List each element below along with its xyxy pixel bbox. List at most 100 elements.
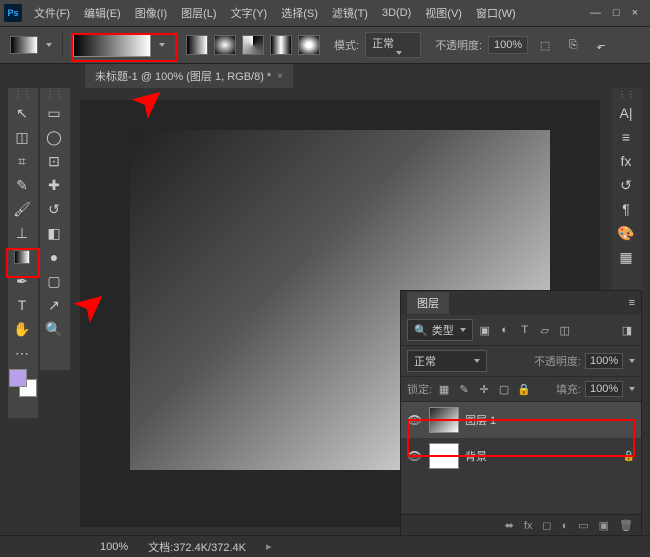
character-panel-icon[interactable]: A| [612,101,640,125]
link-layers-icon[interactable]: ⬌ [505,519,514,532]
frame-tool-icon[interactable]: ⊡ [40,149,68,173]
filter-toggle-icon[interactable]: ◨ [619,322,635,338]
dither-icon[interactable]: ⎘ [562,35,584,55]
artboard-tool-icon[interactable]: ◫ [8,125,36,149]
crop-tool-icon[interactable]: ⌗ [8,149,36,173]
layer-group-icon[interactable]: ▭ [578,519,588,532]
transparency-icon[interactable]: ⬐ [590,35,612,55]
eyedropper-tool-icon[interactable]: ✎ [8,173,36,197]
opacity-label: 不透明度: [435,37,482,53]
lasso-tool-icon[interactable]: ◯ [40,125,68,149]
menu-view[interactable]: 视图(V) [419,2,468,24]
menu-image[interactable]: 图像(I) [129,2,173,24]
reverse-icon[interactable]: ⬚ [534,35,556,55]
delete-layer-icon[interactable]: 🗑 [619,519,633,532]
visibility-toggle-icon[interactable]: 👁 [407,413,423,427]
filter-smart-icon[interactable]: ◫ [557,322,573,338]
layer-row[interactable]: 👁 图层 1 [401,402,641,438]
shape-tool-icon[interactable]: ▢ [40,269,68,293]
eraser-tool-icon[interactable]: ◧ [40,221,68,245]
layer-opacity-input[interactable]: 100% [585,353,623,369]
layer-name[interactable]: 图层 1 [465,412,496,428]
path-tool-icon[interactable]: ↗ [40,293,68,317]
foreground-color-swatch[interactable] [9,369,27,387]
window-close-icon[interactable]: × [632,7,638,19]
filter-type-icon[interactable]: T [517,322,533,338]
gradient-linear-icon[interactable] [186,35,208,55]
zoom-tool-icon[interactable]: 🔍 [40,317,68,341]
styles-panel-icon[interactable]: fx [612,149,640,173]
hand-tool-icon[interactable]: ✋ [8,317,36,341]
blend-mode-select[interactable]: 正常 [407,350,487,372]
lock-artboard-icon[interactable]: ▢ [496,381,512,397]
panel-grip-icon[interactable]: ⋮⋮ [40,88,70,101]
menu-3d[interactable]: 3D(D) [376,4,417,22]
layer-style-icon[interactable]: fx [524,520,533,532]
window-maximize-icon[interactable]: □ [613,7,620,19]
gradient-radial-icon[interactable] [214,35,236,55]
menu-file[interactable]: 文件(F) [28,2,76,24]
chevron-down-icon[interactable] [159,43,165,47]
menu-window[interactable]: 窗口(W) [470,2,522,24]
chevron-down-icon[interactable] [629,387,635,391]
document-tab[interactable]: 未标题-1 @ 100% (图层 1, RGB/8) * × [85,64,293,88]
gradient-picker[interactable] [73,33,151,57]
brush-tool-icon[interactable]: 🖌 [8,197,36,221]
pen-tool-icon[interactable]: ✒ [8,269,36,293]
chevron-down-icon[interactable] [629,359,635,363]
tab-close-icon[interactable]: × [277,71,283,82]
lock-position-icon[interactable]: ✛ [476,381,492,397]
document-info[interactable]: 文档:372.4K/372.4K [148,539,246,555]
menu-type[interactable]: 文字(Y) [225,2,274,24]
more-tools-icon[interactable]: ⋯ [8,341,36,365]
lock-image-icon[interactable]: ✎ [456,381,472,397]
healing-tool-icon[interactable]: ✚ [40,173,68,197]
swatches-panel-icon[interactable]: ▦ [612,245,640,269]
opacity-input[interactable]: 100% [488,36,528,54]
window-minimize-icon[interactable]: — [590,7,601,19]
glyphs-panel-icon[interactable]: ¶ [612,197,640,221]
gradient-reflected-icon[interactable] [270,35,292,55]
color-panel-icon[interactable]: 🎨 [612,221,640,245]
lock-all-icon[interactable]: 🔒 [516,381,532,397]
panel-grip-icon[interactable]: ⋮⋮ [8,88,38,101]
gradient-tool-icon[interactable] [8,245,36,269]
layer-row[interactable]: 👁 背景 🔒 [401,438,641,474]
layer-name[interactable]: 背景 [465,448,487,464]
fill-input[interactable]: 100% [585,381,623,397]
layer-opacity-label: 不透明度: [534,353,581,369]
dodge-tool-icon[interactable]: ● [40,245,68,269]
menu-edit[interactable]: 编辑(E) [78,2,127,24]
paragraph-panel-icon[interactable]: ≡ [612,125,640,149]
lock-transparent-icon[interactable]: ▦ [436,381,452,397]
tool-preset-picker[interactable] [10,36,38,54]
type-tool-icon[interactable]: T [8,293,36,317]
mode-select[interactable]: 正常 [365,32,421,58]
move-tool-icon[interactable]: ↖ [8,101,36,125]
filter-adjustment-icon[interactable]: ◐ [497,322,513,338]
panel-menu-icon[interactable]: ≡ [629,297,635,309]
history-panel-icon[interactable]: ↺ [612,173,640,197]
tab-layers[interactable]: 图层 [407,292,449,314]
layer-thumbnail[interactable] [429,443,459,469]
history-brush-icon[interactable]: ↺ [40,197,68,221]
marquee-tool-icon[interactable]: ▭ [40,101,68,125]
layer-thumbnail[interactable] [429,407,459,433]
filter-shape-icon[interactable]: ▱ [537,322,553,338]
panel-grip-icon[interactable]: ⋮⋮ [612,88,642,101]
filter-pixel-icon[interactable]: ▣ [477,322,493,338]
menu-select[interactable]: 选择(S) [275,2,324,24]
menu-layer[interactable]: 图层(L) [175,2,222,24]
layer-mask-icon[interactable]: ◻ [542,519,551,532]
tools-panel-left-2: ⋮⋮ ▭ ◯ ⊡ ✚ ↺ ◧ ● ▢ ↗ 🔍 [40,88,70,370]
layer-filter-select[interactable]: 🔍类型 [407,319,473,341]
visibility-toggle-icon[interactable]: 👁 [407,449,423,463]
adjustment-layer-icon[interactable]: ◐ [562,520,569,532]
gradient-angle-icon[interactable] [242,35,264,55]
stamp-tool-icon[interactable]: ⊥ [8,221,36,245]
new-layer-icon[interactable]: ▣ [599,519,609,532]
menu-filter[interactable]: 滤镜(T) [326,2,374,24]
gradient-diamond-icon[interactable] [298,35,320,55]
foreground-background-colors[interactable] [9,369,37,397]
zoom-level[interactable]: 100% [100,541,128,553]
